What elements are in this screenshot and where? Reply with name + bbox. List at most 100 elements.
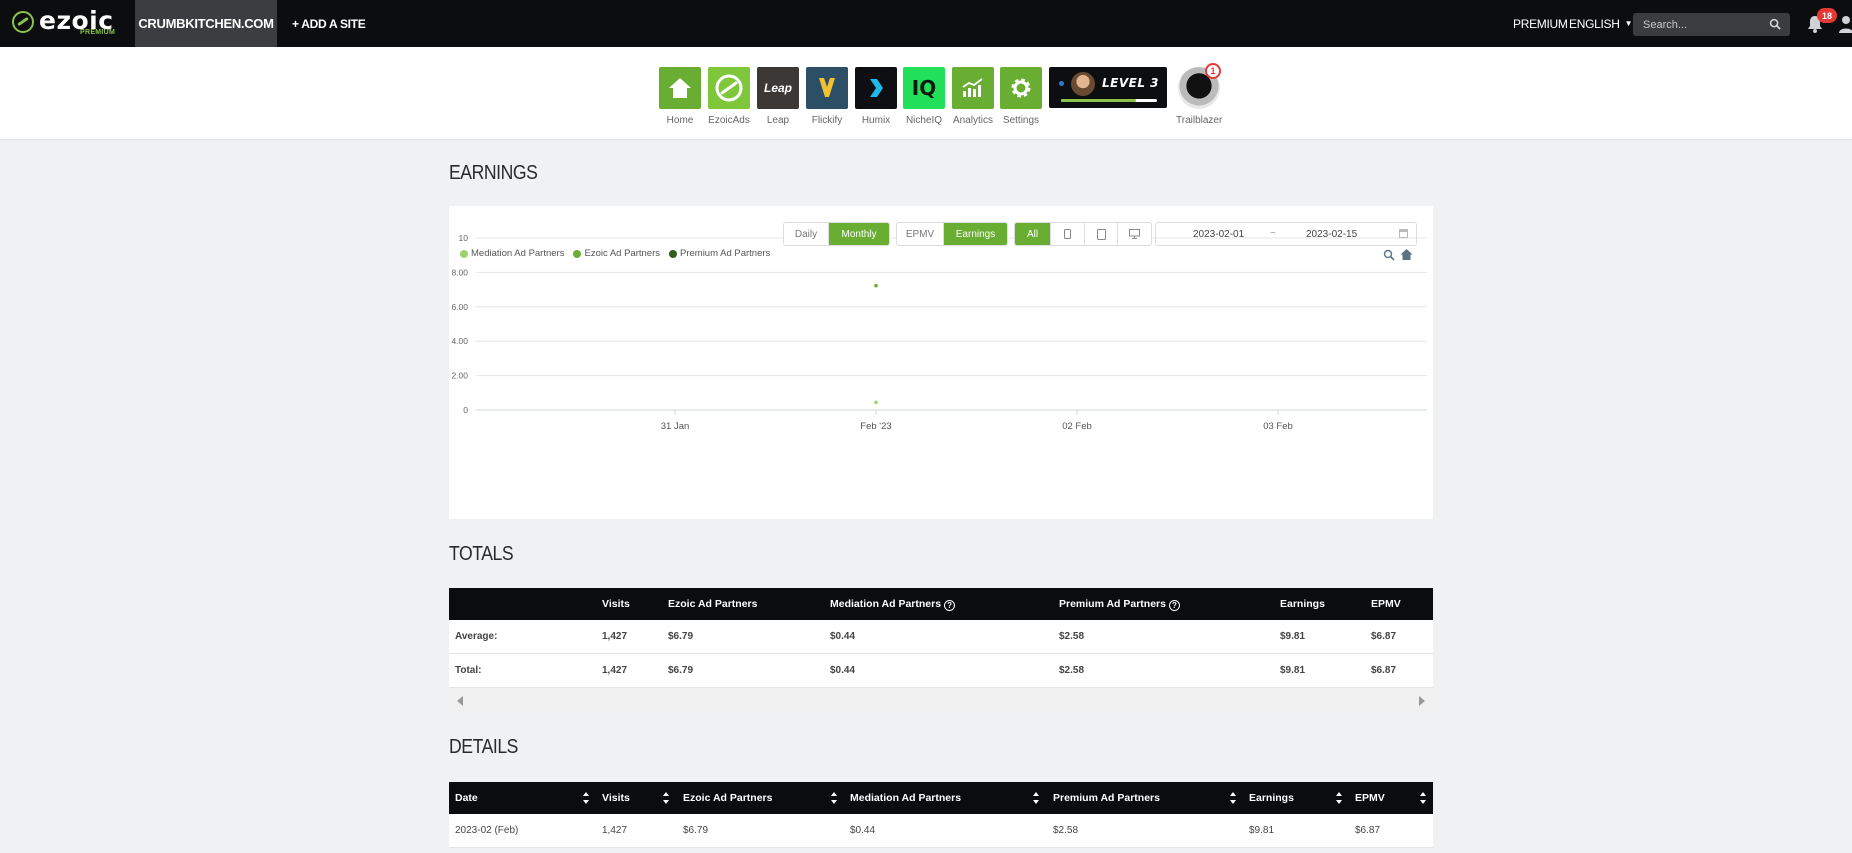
notification-badge[interactable]: 18 bbox=[1817, 8, 1837, 23]
device-all-button[interactable]: All bbox=[1015, 223, 1051, 245]
y-tick-label: 4.00 bbox=[451, 336, 468, 346]
data-point[interactable] bbox=[874, 400, 878, 405]
header-label: Premium Ad Partners bbox=[1059, 598, 1166, 610]
device-desktop-button[interactable] bbox=[1118, 223, 1151, 245]
site-selector-tab[interactable]: CRUMBKITCHEN.COM bbox=[135, 0, 277, 47]
table-row: Average: 1,427 $6.79 $0.44 $2.58 $9.81 $… bbox=[449, 620, 1433, 654]
details-title: DETAILS bbox=[449, 736, 518, 758]
header-mediation-ad-partners[interactable]: Mediation Ad Partners bbox=[850, 792, 961, 804]
totals-table: Visits Ezoic Ad Partners Mediation Ad Pa… bbox=[449, 588, 1433, 712]
header-epmv[interactable]: EPMV bbox=[1355, 792, 1385, 804]
period-monthly-button[interactable]: Monthly bbox=[829, 223, 889, 245]
legend-item[interactable]: Ezoic Ad Partners bbox=[573, 248, 660, 259]
help-icon[interactable]: ? bbox=[1168, 600, 1180, 611]
sort-icon[interactable] bbox=[1230, 792, 1237, 805]
app-home[interactable]: Home bbox=[659, 67, 701, 126]
cell-earnings: $9.81 bbox=[1280, 631, 1306, 642]
details-table: Date Visits Ezoic Ad Partners Mediation … bbox=[449, 782, 1433, 848]
trailblazer-badge[interactable]: 1 Trailblazer bbox=[1176, 63, 1222, 126]
cell-epmv: $6.87 bbox=[1355, 825, 1381, 836]
x-tick-label: 03 Feb bbox=[1263, 421, 1293, 432]
header-earnings: Earnings bbox=[1280, 598, 1325, 610]
ezoicads-app-icon bbox=[715, 74, 743, 102]
header-ezoic-ad-partners[interactable]: Ezoic Ad Partners bbox=[683, 792, 772, 804]
table-row: 2023-02 (Feb) 1,427 $6.79 $0.44 $2.58 $9… bbox=[449, 814, 1433, 848]
nicheiq-app-icon: IQ bbox=[911, 76, 937, 100]
sort-icon[interactable] bbox=[831, 792, 838, 805]
sort-icon[interactable] bbox=[1336, 792, 1343, 805]
metric-epmv-button[interactable]: EPMV bbox=[897, 223, 944, 245]
search-input[interactable] bbox=[1633, 13, 1763, 36]
reset-zoom-home-icon[interactable] bbox=[1400, 248, 1413, 261]
sort-icon[interactable] bbox=[1420, 792, 1427, 805]
help-icon[interactable]: ? bbox=[944, 600, 956, 611]
data-point[interactable] bbox=[874, 283, 878, 288]
language-dropdown[interactable]: ENGLISH ▼ bbox=[1569, 0, 1633, 47]
row-label: Average: bbox=[455, 631, 498, 642]
device-toggle: All bbox=[1014, 222, 1152, 246]
app-ezoicads[interactable]: EzoicAds bbox=[708, 67, 750, 126]
search-box bbox=[1633, 13, 1790, 36]
period-daily-button[interactable]: Daily bbox=[784, 223, 829, 245]
header-premium-ad-partners[interactable]: Premium Ad Partners bbox=[1053, 792, 1160, 804]
header-visits: Visits bbox=[602, 598, 630, 610]
app-bar: Home EzoicAds Leap Leap Flickify Humix I… bbox=[0, 47, 1852, 140]
scroll-right-arrow-icon[interactable] bbox=[1419, 696, 1425, 706]
zoom-icon[interactable] bbox=[1383, 249, 1395, 261]
legend-item[interactable]: Premium Ad Partners bbox=[669, 248, 770, 259]
level-badge[interactable]: LEVEL 3 bbox=[1049, 67, 1167, 108]
sort-icon[interactable] bbox=[1033, 792, 1040, 805]
language-label: ENGLISH bbox=[1569, 16, 1620, 31]
add-site-link[interactable]: + ADD A SITE bbox=[292, 0, 366, 47]
premium-link[interactable]: PREMIUM bbox=[1513, 0, 1568, 47]
legend-swatch bbox=[573, 249, 582, 258]
scroll-left-arrow-icon[interactable] bbox=[457, 696, 463, 706]
header-date[interactable]: Date bbox=[455, 792, 478, 804]
date-range-picker[interactable]: 2023-02-01 ~ 2023-02-15 bbox=[1155, 222, 1417, 246]
top-bar: ezoic PREMIUM CRUMBKITCHEN.COM + ADD A S… bbox=[0, 0, 1852, 47]
cell-visits: 1,427 bbox=[602, 665, 628, 676]
totals-title: TOTALS bbox=[449, 543, 514, 565]
x-tick-label: 02 Feb bbox=[1062, 421, 1092, 432]
header-visits[interactable]: Visits bbox=[602, 792, 630, 804]
app-settings[interactable]: Settings bbox=[1000, 67, 1042, 126]
app-leap[interactable]: Leap Leap bbox=[757, 67, 799, 126]
earnings-card: 0 2.00 4.00 6.00 8.00 10 31 Jan Feb '23 02 Feb 03… bbox=[449, 206, 1433, 519]
leap-app-icon: Leap bbox=[763, 81, 792, 95]
x-tick-label: 31 Jan bbox=[661, 421, 690, 432]
y-tick-label: 0 bbox=[463, 405, 468, 415]
app-nicheiq[interactable]: IQ NicheIQ bbox=[903, 67, 945, 126]
device-mobile-button[interactable] bbox=[1051, 223, 1085, 245]
horizontal-scrollbar[interactable] bbox=[449, 688, 1433, 712]
row-label: Total: bbox=[455, 665, 482, 676]
level-progress-fill bbox=[1061, 99, 1136, 102]
app-tile: Leap bbox=[757, 67, 799, 109]
ezoic-logo[interactable]: ezoic PREMIUM bbox=[12, 8, 115, 38]
legend-label: Mediation Ad Partners bbox=[471, 248, 565, 259]
home-app-icon bbox=[669, 78, 691, 98]
header-earnings[interactable]: Earnings bbox=[1249, 792, 1294, 804]
analytics-app-icon bbox=[962, 78, 983, 97]
device-tablet-button[interactable] bbox=[1085, 223, 1118, 245]
app-analytics[interactable]: Analytics bbox=[952, 67, 994, 126]
astronaut-helmet-icon: 1 bbox=[1178, 63, 1221, 109]
cell-earnings: $9.81 bbox=[1249, 825, 1275, 836]
legend-label: Premium Ad Partners bbox=[680, 248, 771, 259]
app-flickify[interactable]: Flickify bbox=[806, 67, 848, 126]
app-tile bbox=[855, 67, 897, 109]
level-dot bbox=[1059, 81, 1064, 86]
cell-mediation: $0.44 bbox=[830, 665, 856, 676]
legend-swatch bbox=[460, 249, 468, 258]
header-label: Mediation Ad Partners bbox=[830, 598, 942, 610]
cell-ezoic: $6.79 bbox=[683, 825, 709, 836]
sort-icon[interactable] bbox=[663, 792, 670, 805]
cell-premium: $2.58 bbox=[1053, 825, 1079, 836]
search-icon[interactable] bbox=[1769, 18, 1782, 31]
user-icon[interactable] bbox=[1838, 14, 1852, 34]
legend-item[interactable]: Mediation Ad Partners bbox=[460, 248, 564, 259]
metric-earnings-button[interactable]: Earnings bbox=[944, 223, 1007, 245]
totals-header-row: Visits Ezoic Ad Partners Mediation Ad Pa… bbox=[449, 588, 1433, 620]
date-to: 2023-02-15 bbox=[1306, 229, 1358, 240]
app-humix[interactable]: Humix bbox=[855, 67, 897, 126]
sort-icon[interactable] bbox=[583, 792, 590, 805]
